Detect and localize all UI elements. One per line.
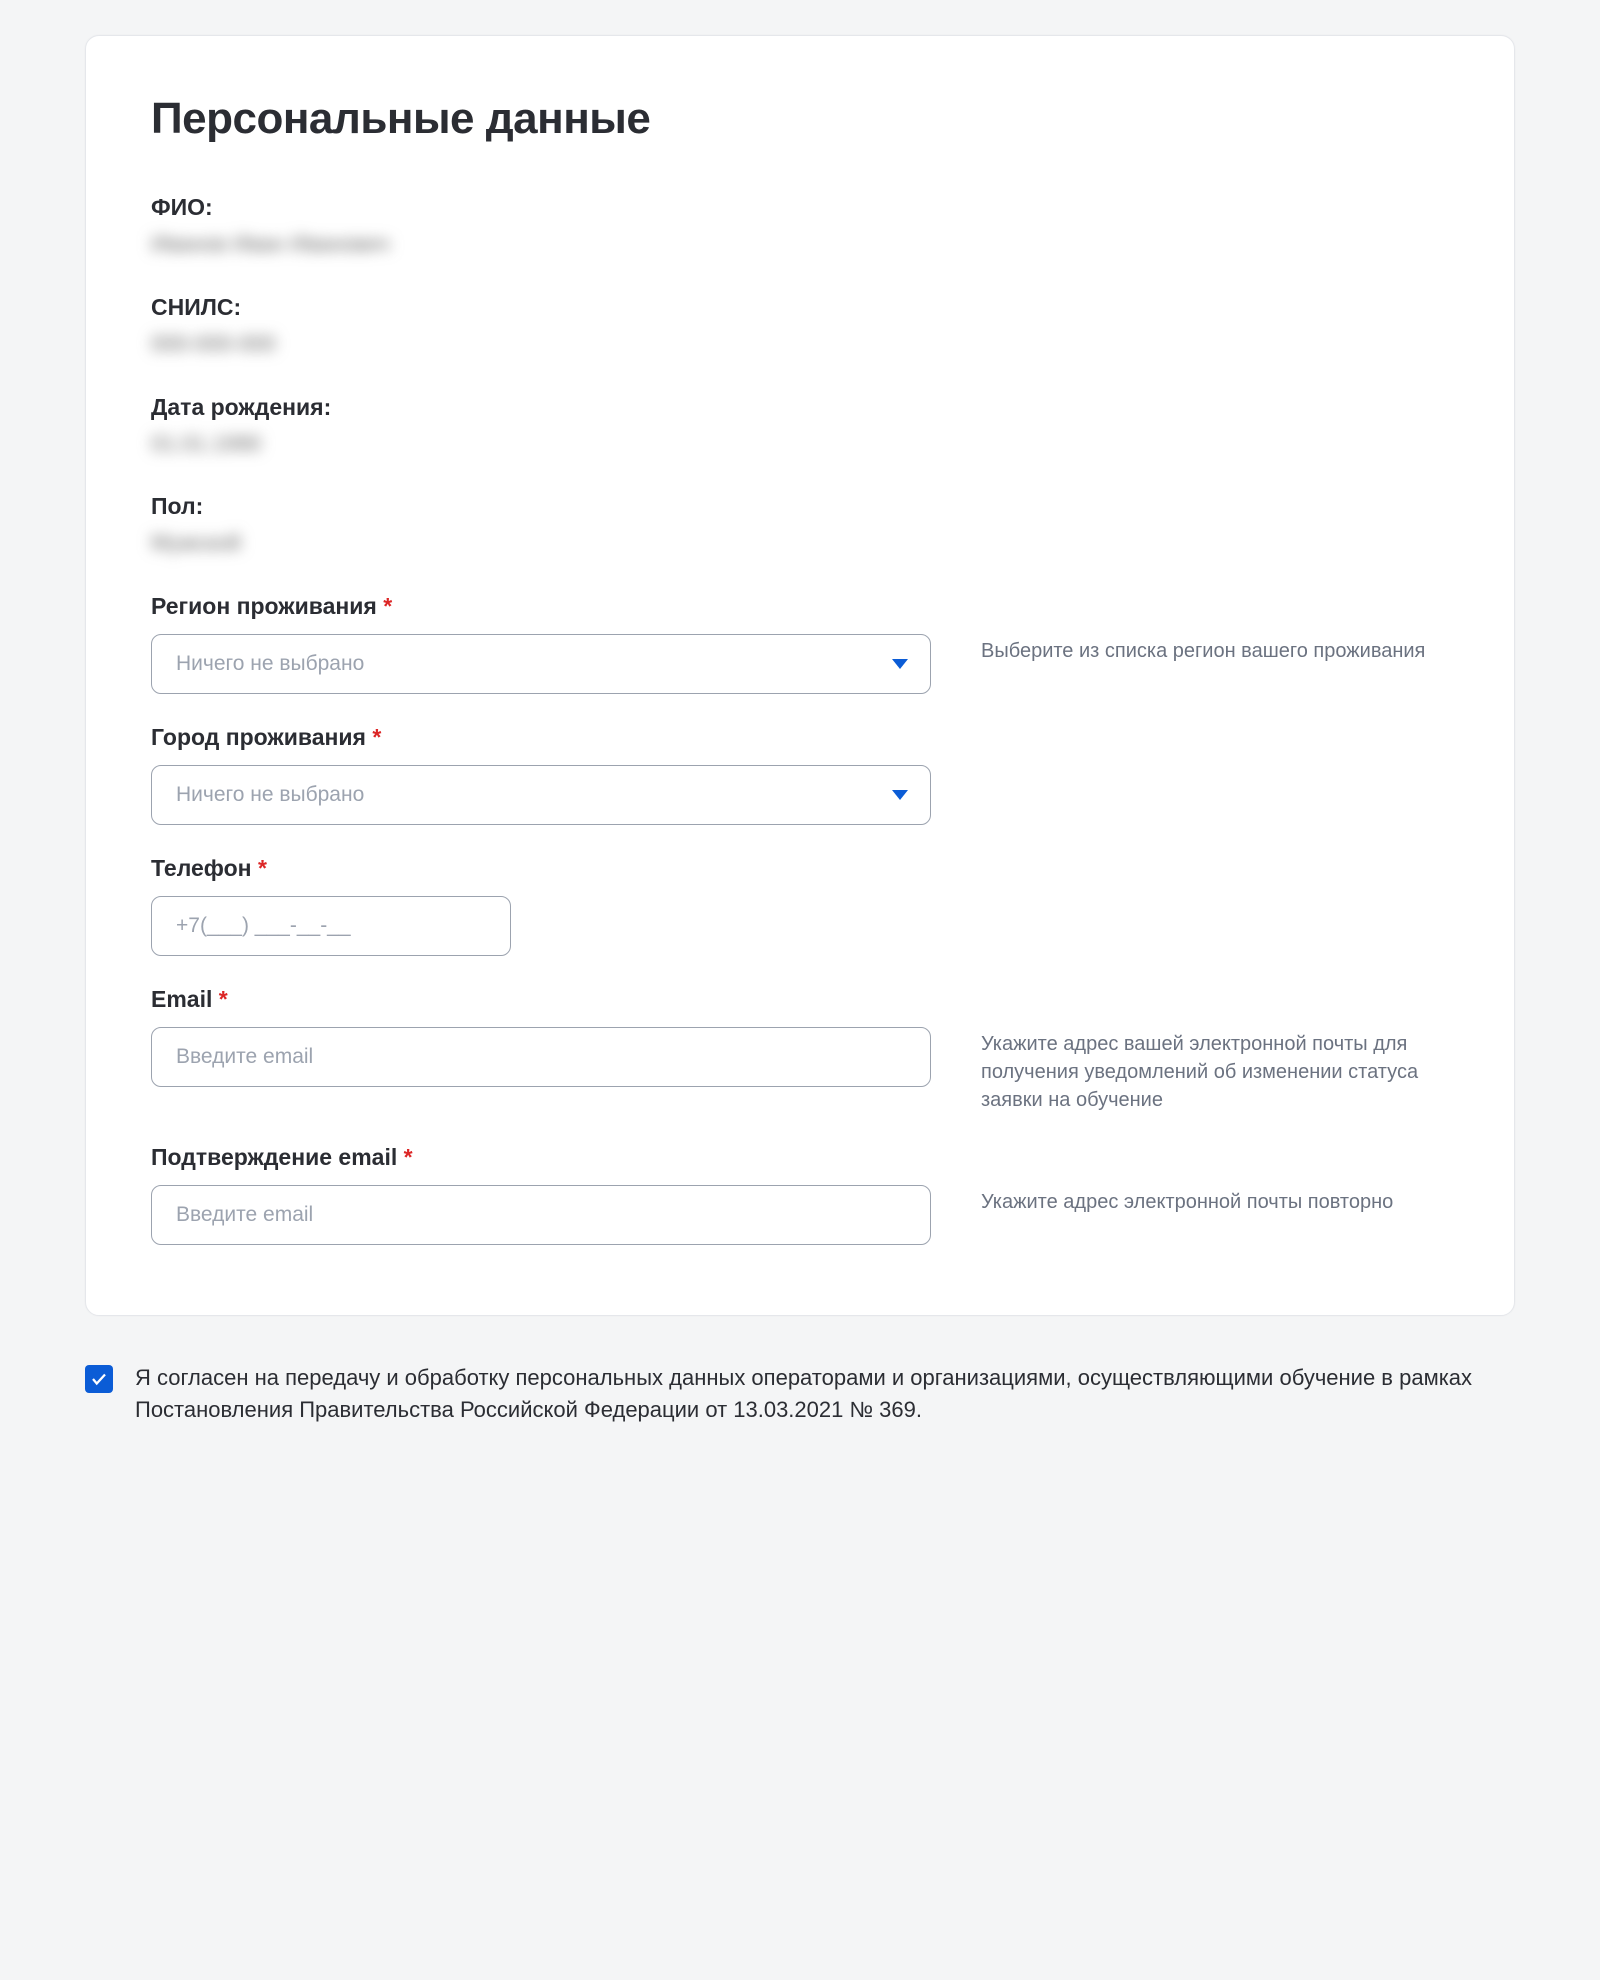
- dob-value: 01.01.1990: [151, 429, 1449, 460]
- personal-data-card: Персональные данные ФИО: Иванов Иван Ива…: [85, 35, 1515, 1316]
- dob-label: Дата рождения:: [151, 394, 1449, 421]
- city-select[interactable]: Ничего не выбрано: [151, 765, 931, 825]
- chevron-down-icon: [892, 659, 908, 669]
- ro-field-snils: СНИЛС: 000-000-000: [151, 294, 1449, 360]
- email-hint: Укажите адрес вашей электронной почты дл…: [981, 986, 1449, 1114]
- fio-value: Иванов Иван Иванович: [151, 229, 1449, 260]
- chevron-down-icon: [892, 790, 908, 800]
- city-label: Город проживания *: [151, 724, 931, 751]
- city-select-placeholder: Ничего не выбрано: [176, 783, 364, 807]
- gender-value: Мужской: [151, 528, 1449, 559]
- phone-input[interactable]: [151, 896, 511, 956]
- email-confirm-input[interactable]: [151, 1185, 931, 1245]
- snils-label: СНИЛС:: [151, 294, 1449, 321]
- region-label: Регион проживания *: [151, 593, 931, 620]
- email-label: Email *: [151, 986, 931, 1013]
- check-icon: [90, 1370, 108, 1388]
- ro-field-dob: Дата рождения: 01.01.1990: [151, 394, 1449, 460]
- email-input[interactable]: [151, 1027, 931, 1087]
- phone-label: Телефон *: [151, 855, 511, 882]
- snils-value: 000-000-000: [151, 329, 1449, 360]
- region-select[interactable]: Ничего не выбрано: [151, 634, 931, 694]
- ro-field-gender: Пол: Мужской: [151, 493, 1449, 559]
- page-title: Персональные данные: [151, 94, 1449, 144]
- consent-row: Я согласен на передачу и обработку персо…: [85, 1362, 1515, 1426]
- region-select-placeholder: Ничего не выбрано: [176, 652, 364, 676]
- region-hint: Выберите из списка регион вашего прожива…: [981, 593, 1449, 665]
- email-confirm-hint: Укажите адрес электронной почты повторно: [981, 1144, 1449, 1216]
- fio-label: ФИО:: [151, 194, 1449, 221]
- ro-field-fio: ФИО: Иванов Иван Иванович: [151, 194, 1449, 260]
- gender-label: Пол:: [151, 493, 1449, 520]
- consent-text: Я согласен на передачу и обработку персо…: [135, 1362, 1515, 1426]
- email-confirm-label: Подтверждение email *: [151, 1144, 931, 1171]
- consent-checkbox[interactable]: [85, 1365, 113, 1393]
